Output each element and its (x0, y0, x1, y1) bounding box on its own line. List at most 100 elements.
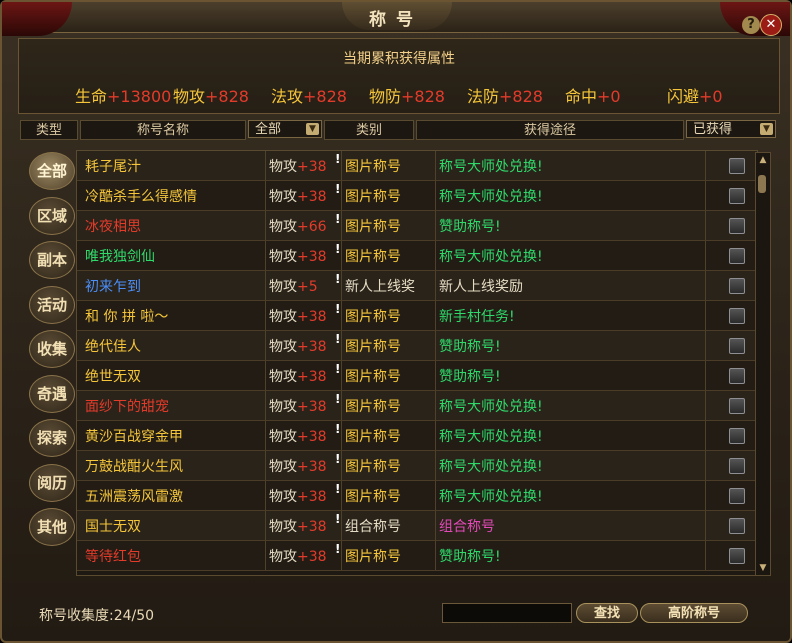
attribute-info-icon[interactable]: ! (335, 362, 340, 376)
title-bar[interactable]: 称号 ? ✕ (2, 2, 790, 36)
title-category: 图片称号 (345, 189, 401, 205)
attribute-info-icon[interactable]: ! (335, 302, 340, 316)
title-category: 图片称号 (345, 489, 401, 505)
column-divider (435, 451, 436, 480)
header-source: 获得途径 (416, 120, 684, 140)
advanced-titles-button[interactable]: 高阶称号 (640, 603, 748, 623)
obtained-checkbox[interactable] (729, 278, 745, 294)
obtained-checkbox[interactable] (729, 488, 745, 504)
chevron-down-icon: ▼ (760, 123, 773, 135)
stat-item: 法攻+828 (271, 83, 347, 107)
table-row[interactable]: 绝世无双 物攻+38! 图片称号 赞助称号! (77, 361, 757, 391)
title-name: 万鼓战酣火生风 (85, 459, 183, 475)
column-divider (341, 421, 342, 450)
table-row[interactable]: 五洲震荡风雷激 物攻+38! 图片称号 称号大师处兑换! (77, 481, 757, 511)
column-divider (265, 421, 266, 450)
chevron-down-icon: ▼ (306, 123, 319, 135)
sidebar-tab[interactable]: 阅历 (29, 463, 75, 502)
scrollbar[interactable]: ▲ ▼ (755, 152, 771, 576)
obtained-checkbox[interactable] (729, 248, 745, 264)
sidebar-tab[interactable]: 其他 (29, 508, 75, 546)
name-filter-dropdown[interactable]: 全部 ▼ (248, 120, 322, 138)
table-row[interactable]: 国士无双 物攻+38! 组合称号 组合称号 (77, 511, 757, 541)
attribute-value: +38 (297, 399, 327, 415)
obtained-checkbox[interactable] (729, 308, 745, 324)
obtained-checkbox[interactable] (729, 518, 745, 534)
sidebar-tab[interactable]: 副本 (29, 241, 75, 279)
sidebar-tab[interactable]: 探索 (29, 419, 75, 457)
attribute-info-icon[interactable]: ! (335, 482, 340, 496)
scroll-up-icon[interactable]: ▲ (757, 155, 769, 165)
title-name: 黄沙百战穿金甲 (85, 429, 183, 445)
sidebar-tab[interactable]: 全部 (29, 152, 75, 190)
table-row[interactable]: 冰夜相思 物攻+66! 图片称号 赞助称号! (77, 211, 757, 241)
title-window: 称号 ? ✕ 当期累积获得属性 生命+13800 物攻+828 法攻+828 物防+8… (0, 0, 792, 643)
table-row[interactable]: 等待红包 物攻+38! 图片称号 赞助称号! (77, 541, 757, 571)
attribute-info-icon[interactable]: ! (335, 542, 340, 556)
attribute-value: +38 (297, 549, 327, 565)
obtained-filter-dropdown[interactable]: 已获得 ▼ (686, 120, 776, 138)
obtained-checkbox[interactable] (729, 368, 745, 384)
help-button[interactable]: ? (742, 16, 760, 34)
attribute-label: 物攻 (269, 219, 297, 235)
title-category: 组合称号 (345, 519, 401, 535)
title-category: 新人上线奖 (345, 279, 415, 295)
obtained-checkbox[interactable] (729, 338, 745, 354)
table-row[interactable]: 万鼓战酣火生风 物攻+38! 图片称号 称号大师处兑换! (77, 451, 757, 481)
attribute-info-icon[interactable]: ! (335, 212, 340, 226)
obtained-checkbox[interactable] (729, 188, 745, 204)
scroll-down-icon[interactable]: ▼ (757, 563, 769, 573)
title-name: 耗子尾汁 (85, 159, 141, 175)
attribute-label: 物攻 (269, 339, 297, 355)
column-divider (435, 331, 436, 360)
column-divider (435, 181, 436, 210)
column-divider (705, 391, 706, 420)
sidebar-tab[interactable]: 收集 (29, 330, 75, 368)
stat-label: 法防 (467, 87, 500, 106)
close-button[interactable]: ✕ (760, 14, 782, 36)
scroll-thumb[interactable] (758, 175, 766, 193)
table-row[interactable]: 面纱下的甜宠 物攻+38! 图片称号 称号大师处兑换! (77, 391, 757, 421)
title-category: 图片称号 (345, 549, 401, 565)
search-input[interactable] (442, 603, 572, 623)
sidebar-tab[interactable]: 区域 (29, 196, 75, 235)
column-divider (435, 391, 436, 420)
obtained-checkbox[interactable] (729, 158, 745, 174)
obtained-checkbox[interactable] (729, 218, 745, 234)
table-row[interactable]: 绝代佳人 物攻+38! 图片称号 赞助称号! (77, 331, 757, 361)
attribute-value: +38 (297, 429, 327, 445)
attribute-info-icon[interactable]: ! (335, 182, 340, 196)
table-row[interactable]: 初来乍到 物攻+5! 新人上线奖 新人上线奖励 (77, 271, 757, 301)
search-button[interactable]: 查找 (576, 603, 638, 623)
title-attribute: 物攻+38 (269, 246, 327, 266)
obtained-checkbox[interactable] (729, 428, 745, 444)
attribute-info-icon[interactable]: ! (335, 392, 340, 406)
attribute-value: +38 (297, 459, 327, 475)
table-row[interactable]: 唯我独剑仙 物攻+38! 图片称号 称号大师处兑换! (77, 241, 757, 271)
obtained-checkbox[interactable] (729, 458, 745, 474)
table-row[interactable]: 和 你 拼 啦～ 物攻+38! 图片称号 新手村任务! (77, 301, 757, 331)
sidebar-tab[interactable]: 奇遇 (29, 374, 75, 413)
column-divider (265, 391, 266, 420)
attribute-value: +38 (297, 159, 327, 175)
attribute-label: 物攻 (269, 309, 297, 325)
attribute-info-icon[interactable]: ! (335, 272, 340, 286)
attribute-info-icon[interactable]: ! (335, 242, 340, 256)
obtained-checkbox[interactable] (729, 548, 745, 564)
column-divider (265, 331, 266, 360)
obtained-checkbox[interactable] (729, 398, 745, 414)
attribute-label: 物攻 (269, 189, 297, 205)
column-divider (341, 211, 342, 240)
attribute-info-icon[interactable]: ! (335, 152, 340, 166)
attribute-info-icon[interactable]: ! (335, 422, 340, 436)
attribute-info-icon[interactable]: ! (335, 452, 340, 466)
attribute-info-icon[interactable]: ! (335, 332, 340, 346)
title-attribute: 物攻+5 (269, 276, 318, 296)
table-row[interactable]: 冷酷杀手么得感情 物攻+38! 图片称号 称号大师处兑换! (77, 181, 757, 211)
stat-item: 物攻+828 (173, 83, 249, 107)
sidebar-tab[interactable]: 活动 (29, 285, 75, 324)
attribute-info-icon[interactable]: ! (335, 512, 340, 526)
table-row[interactable]: 黄沙百战穿金甲 物攻+38! 图片称号 称号大师处兑换! (77, 421, 757, 451)
title-name: 冰夜相思 (85, 219, 141, 235)
table-row[interactable]: 耗子尾汁 物攻+38! 图片称号 称号大师处兑换! (77, 151, 757, 181)
